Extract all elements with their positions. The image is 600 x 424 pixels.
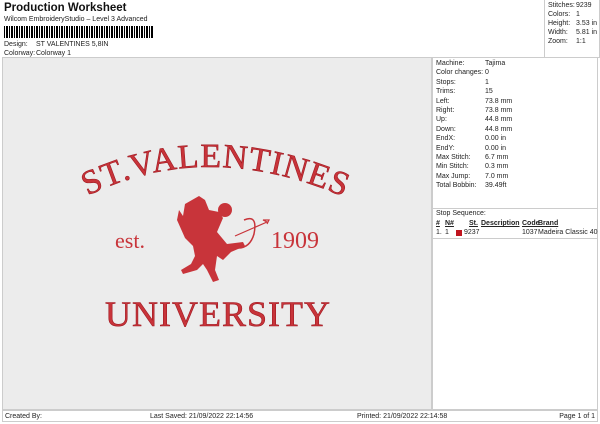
stat-value: 1 xyxy=(576,11,580,18)
row-num: 1. xyxy=(436,229,442,236)
stat-value: 9239 xyxy=(576,2,592,9)
detail-label: Max Jump: xyxy=(436,172,471,180)
design-text-university: UNIVERSITY xyxy=(105,294,331,334)
detail-value: 0 xyxy=(485,69,489,77)
page-title: Production Worksheet xyxy=(4,2,127,14)
design-label: Design: xyxy=(4,41,28,48)
detail-value: 73.8 mm xyxy=(485,107,513,114)
col-needle: N# xyxy=(445,220,454,227)
row-code: 1037 xyxy=(522,229,538,236)
detail-label: Stops: xyxy=(436,78,456,86)
detail-value: 7.0 mm xyxy=(485,172,509,180)
detail-label: EndX: xyxy=(436,135,456,143)
detail-value: Tajima xyxy=(485,60,506,67)
stop-sequence-title: Stop Sequence: xyxy=(436,210,486,217)
detail-value: 15 xyxy=(485,88,493,96)
col-description: Description xyxy=(481,220,520,227)
colorway-name: Colorway 1 xyxy=(36,50,72,57)
row-needle: 1 xyxy=(445,229,449,236)
row-brand: Madeira Classic 40 xyxy=(538,229,598,236)
stat-value: 1:1 xyxy=(576,38,586,45)
detail-label: Up: xyxy=(436,116,447,124)
stat-value: 5.81 in xyxy=(576,29,598,36)
col-num: # xyxy=(436,220,440,227)
detail-label: EndY: xyxy=(436,144,455,152)
detail-value: 73.8 mm xyxy=(485,97,513,105)
stat-label: Colors: xyxy=(548,11,571,18)
detail-value: 6.7 mm xyxy=(485,154,509,161)
col-brand: Brand xyxy=(538,220,559,227)
printed-date: Printed: 21/09/2022 22:14:58 xyxy=(357,413,448,420)
design-text-st-valentines: ST.VALENTINES xyxy=(76,138,356,205)
page-number: Page 1 of 1 xyxy=(559,413,595,420)
barcode xyxy=(4,26,154,38)
detail-label: Max Stitch: xyxy=(436,154,471,161)
stats-panel: Stitches: 9239 Colors: 1 Height: 3.53 in Width… xyxy=(544,0,600,58)
detail-value: 39.49ft xyxy=(485,182,507,190)
stat-label: Width: xyxy=(548,29,568,36)
col-stitches: St. xyxy=(469,220,478,227)
detail-label: Total Bobbin: xyxy=(436,182,477,190)
detail-value: 44.8 mm xyxy=(485,116,513,124)
col-code: Code xyxy=(522,220,540,227)
detail-label: Trims: xyxy=(436,88,456,96)
row-stitches: 9237 xyxy=(464,229,480,236)
detail-label: Down: xyxy=(436,125,456,133)
detail-label: Min Stitch: xyxy=(436,163,469,171)
details-panel: Machine: Tajima Color changes: 0 Stops: 1 Trim… xyxy=(432,57,598,410)
detail-value: 0.00 in xyxy=(485,144,507,152)
design-name: ST VALENTINES 5,8IN xyxy=(36,41,109,48)
last-saved: Last Saved: 21/09/2022 22:14:56 xyxy=(150,413,254,420)
detail-label: Left: xyxy=(436,97,450,105)
design-text-est: est. xyxy=(115,228,145,253)
color-swatch xyxy=(456,230,462,236)
detail-value: 1 xyxy=(485,78,489,86)
stat-label: Zoom: xyxy=(548,38,568,45)
detail-value: 0.3 mm xyxy=(485,163,509,171)
software-name: Wilcom EmbroideryStudio – Level 3 Advanc… xyxy=(4,16,148,23)
detail-label: Right: xyxy=(436,107,455,114)
footer: Created By: Last Saved: 21/09/2022 22:14… xyxy=(2,410,598,422)
colorway-label: Colorway: xyxy=(4,50,36,57)
detail-label: Machine: xyxy=(436,60,465,67)
cupid-icon xyxy=(177,196,270,282)
stat-value: 3.53 in xyxy=(576,20,598,27)
design-text-year: 1909 xyxy=(271,228,319,254)
stat-label: Stitches: xyxy=(548,2,575,9)
created-by: Created By: xyxy=(5,413,42,420)
detail-label: Color changes: xyxy=(436,69,484,77)
stat-label: Height: xyxy=(548,20,571,27)
design-preview: ST.VALENTINES est. 1909 UNIVERSITY xyxy=(2,57,432,410)
detail-value: 0.00 in xyxy=(485,135,507,143)
detail-value: 44.8 mm xyxy=(485,125,513,133)
